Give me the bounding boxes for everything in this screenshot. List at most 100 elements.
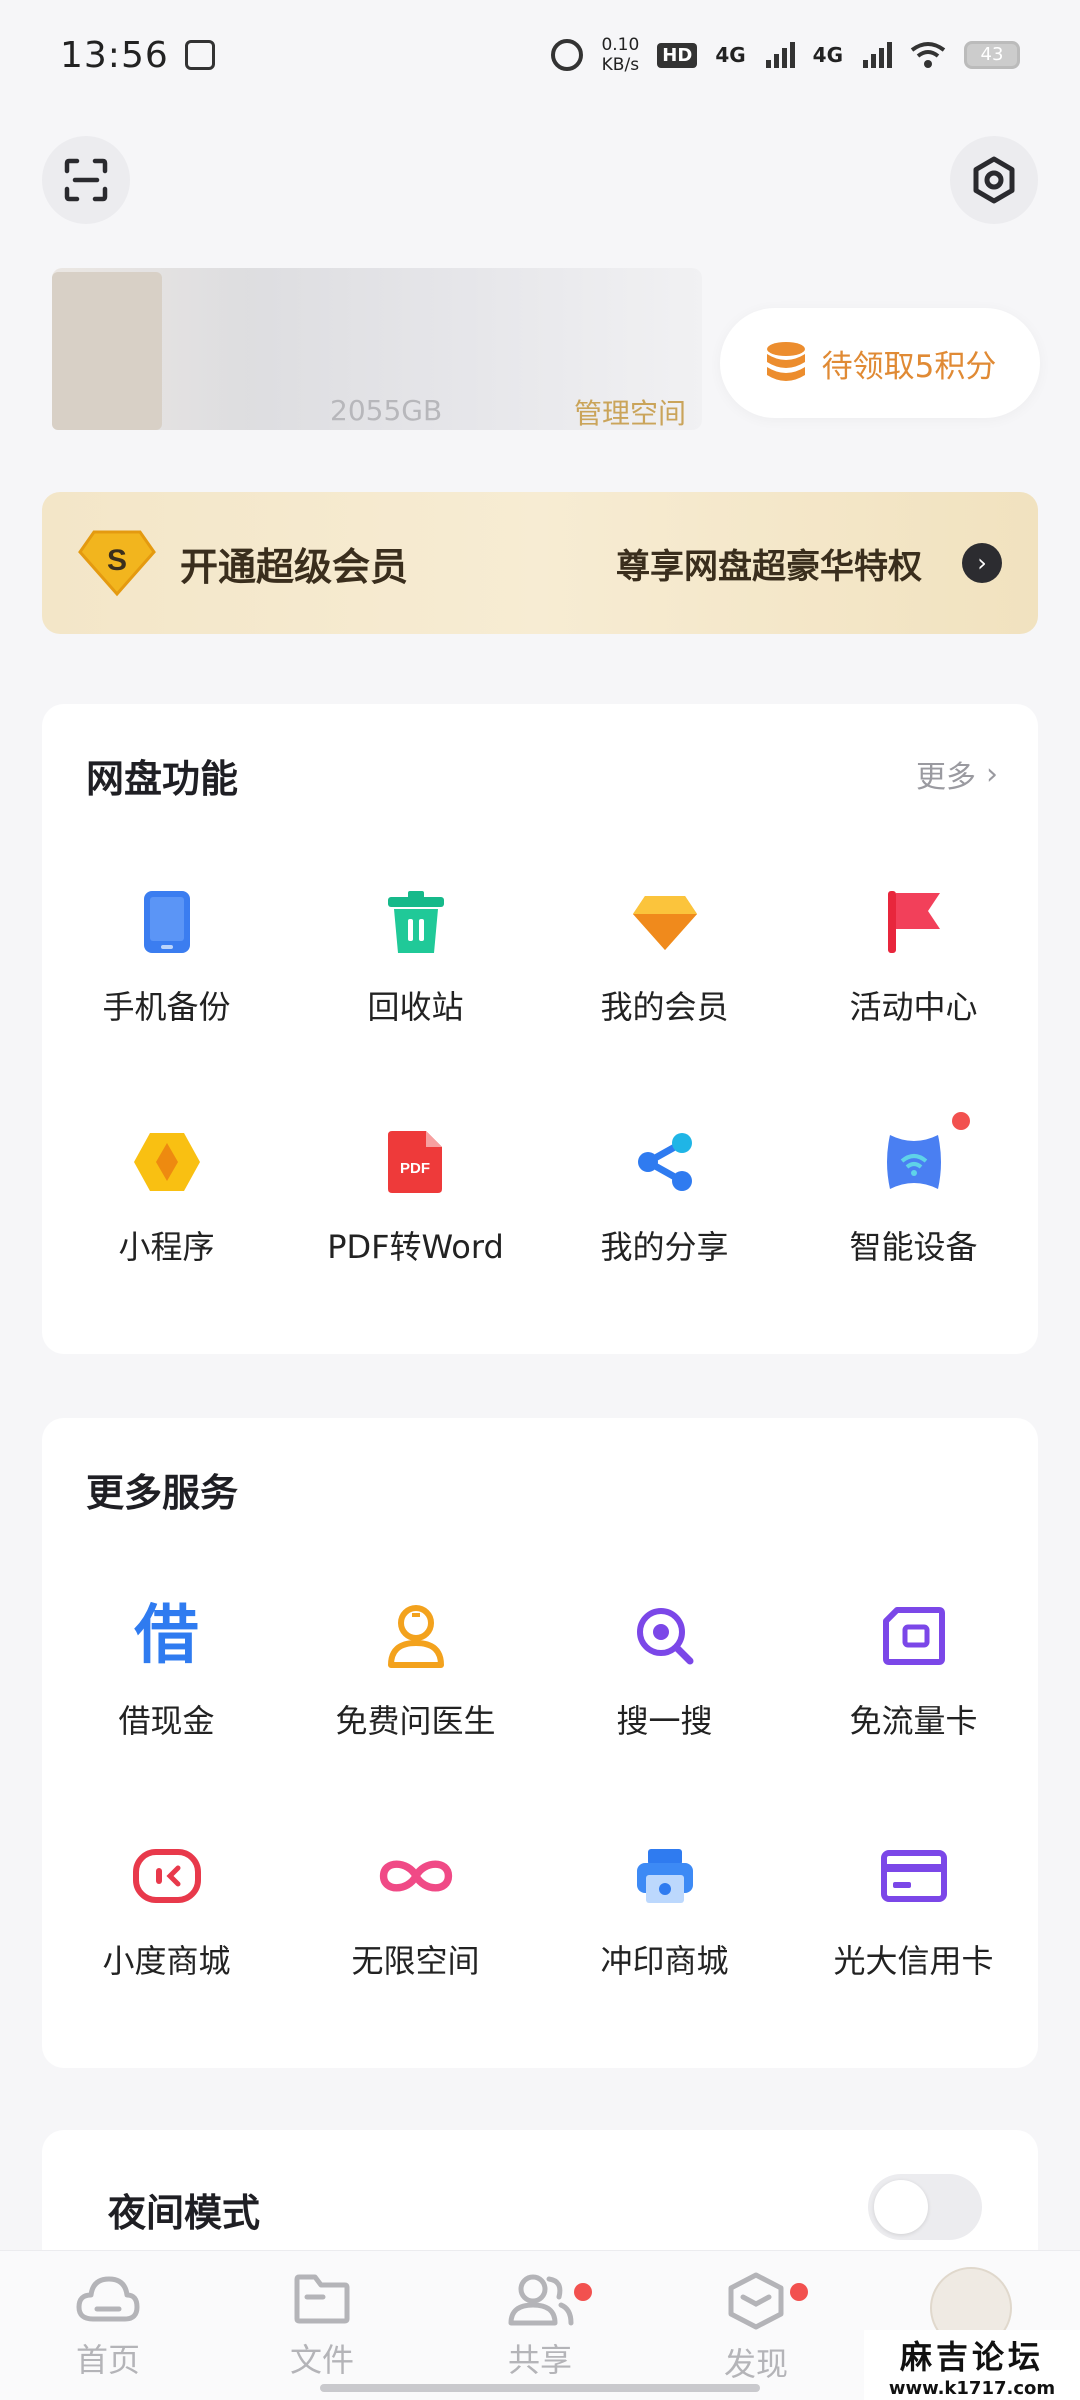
credit-card-icon	[876, 1838, 952, 1914]
feature-label: 智能设备	[849, 1228, 978, 1266]
share-badge-dot	[574, 2283, 592, 2301]
status-bar: 13:56 0.10 KB/s HD 4G 4G 43	[0, 0, 1080, 110]
night-mode-label: 夜间模式	[108, 2191, 261, 2235]
status-indicators: 0.10 KB/s HD 4G 4G 43	[551, 35, 1020, 75]
settings-button[interactable]	[950, 136, 1038, 224]
vip-title: 开通超级会员	[180, 544, 409, 589]
nav-label: 共享	[507, 2341, 572, 2379]
feature-activity-center[interactable]: 活动中心	[789, 884, 1038, 1028]
service-unlimited-space[interactable]: 无限空间	[291, 1838, 540, 1982]
sim-card-icon	[876, 1598, 952, 1674]
folder-icon	[294, 2274, 350, 2324]
feature-smart-device[interactable]: 智能设备	[789, 1112, 1038, 1268]
cloud-icon	[76, 2276, 140, 2322]
settings-icon	[973, 156, 1015, 204]
avatar[interactable]	[52, 272, 162, 430]
service-xiaodu-mall[interactable]: 小度商城	[42, 1838, 291, 1982]
borrow-icon-glyph: 借	[134, 1599, 199, 1673]
feature-my-share[interactable]: 我的分享	[540, 1124, 789, 1268]
pending-points-label: 待领取5积分	[821, 348, 997, 385]
feature-recycle-bin[interactable]: 回收站	[291, 884, 540, 1028]
new-badge-dot	[951, 1112, 970, 1130]
service-label: 免费问医生	[335, 1702, 496, 1740]
feature-mini-program[interactable]: 小程序	[42, 1124, 291, 1268]
more-label: 更多	[916, 760, 976, 795]
net-speed-unit: KB/s	[601, 55, 640, 75]
night-mode-toggle[interactable]	[868, 2174, 982, 2240]
features-title: 网盘功能	[86, 757, 239, 801]
watermark-title: 麻吉论坛	[899, 2337, 1044, 2376]
vip-subtitle: 尊享网盘超豪华特权	[616, 546, 922, 587]
wifi-icon	[910, 42, 946, 68]
net-type-1: 4G	[715, 43, 746, 67]
phone-backup-icon	[129, 884, 205, 960]
service-borrow-cash[interactable]: 借 借现金	[42, 1598, 291, 1742]
nav-label: 发现	[723, 2345, 788, 2383]
feature-phone-backup[interactable]: 手机备份	[42, 884, 291, 1028]
service-label: 搜一搜	[616, 1702, 713, 1740]
nav-share[interactable]: 共享	[470, 2271, 610, 2381]
infinity-icon	[378, 1838, 454, 1914]
nav-discover[interactable]: 发现	[686, 2271, 826, 2385]
hd-icon: HD	[657, 42, 698, 68]
screenshot-icon	[184, 40, 215, 70]
pending-points-button[interactable]: 待领取5积分	[720, 308, 1040, 418]
service-search[interactable]: 搜一搜	[540, 1598, 789, 1742]
service-label: 免流量卡	[849, 1702, 978, 1740]
feature-label: 回收站	[367, 988, 464, 1026]
status-time: 13:56	[60, 34, 169, 76]
service-photo-print-mall[interactable]: 冲印商城	[540, 1838, 789, 1982]
service-free-data-card[interactable]: 免流量卡	[789, 1598, 1038, 1742]
watermark-url: www.k1717.com	[888, 2377, 1056, 2399]
features-more-link[interactable]: 更多 ›	[916, 752, 998, 796]
super-vip-badge-icon: S	[78, 530, 156, 597]
signal-icon	[863, 42, 892, 68]
forum-watermark: 麻吉论坛 www.k1717.com	[864, 2330, 1080, 2400]
search-icon	[627, 1598, 703, 1674]
coins-icon	[766, 342, 805, 381]
service-credit-card[interactable]: 光大信用卡	[789, 1838, 1038, 1982]
discover-badge-dot	[790, 2283, 808, 2301]
net-speed: 0.10 KB/s	[601, 35, 639, 75]
service-free-doctor[interactable]: 免费问医生	[291, 1598, 540, 1742]
services-title: 更多服务	[86, 1471, 239, 1515]
vip-banner[interactable]: S 开通超级会员 尊享网盘超豪华特权 ›	[42, 492, 1038, 634]
borrow-icon: 借	[129, 1598, 205, 1674]
home-indicator[interactable]	[320, 2384, 760, 2392]
service-label: 冲印商城	[600, 1942, 729, 1980]
pdf-icon: PDF	[378, 1124, 454, 1200]
signal-icon	[765, 42, 795, 68]
feature-label: 我的分享	[600, 1228, 729, 1266]
pdf-icon-text: PDF	[400, 1160, 430, 1177]
toggle-knob	[874, 2180, 928, 2234]
service-label: 借现金	[118, 1702, 215, 1740]
net-speed-value: 0.10	[601, 35, 640, 55]
manage-space-link[interactable]: 管理空间	[574, 392, 686, 432]
alarm-icon	[551, 39, 584, 71]
service-label: 无限空间	[351, 1942, 480, 1980]
nav-files[interactable]: 文件	[252, 2271, 392, 2381]
smart-device-icon	[876, 1112, 970, 1200]
chevron-right-icon: ›	[962, 543, 1002, 583]
nav-label: 首页	[75, 2341, 140, 2379]
doctor-icon	[378, 1598, 454, 1674]
printer-icon	[627, 1838, 703, 1914]
feature-label: PDF转Word	[327, 1228, 504, 1266]
scan-button[interactable]	[42, 136, 130, 224]
features-card: 网盘功能 更多 › 手机备份 回收站 我的会员 活动中心 小程序 PDF PDF…	[42, 704, 1038, 1354]
mini-program-icon	[129, 1124, 205, 1200]
services-card: 更多服务 借 借现金 免费问医生 搜一搜 免流量卡 小度商城 无限空间 冲印商城…	[42, 1418, 1038, 2068]
feature-my-membership[interactable]: 我的会员	[540, 884, 789, 1028]
feature-label: 手机备份	[102, 988, 231, 1026]
feature-pdf-to-word[interactable]: PDF PDF转Word	[291, 1124, 540, 1268]
nav-label: 文件	[289, 2341, 354, 2379]
scan-icon	[64, 158, 108, 202]
recycle-bin-icon	[378, 884, 454, 960]
chevron-right-icon: ›	[986, 756, 998, 792]
nav-home[interactable]: 首页	[38, 2271, 178, 2381]
vip-badge-letter: S	[107, 544, 127, 577]
flag-icon	[876, 884, 952, 960]
diamond-icon	[627, 884, 703, 960]
service-label: 光大信用卡	[833, 1942, 994, 1980]
feature-label: 小程序	[118, 1228, 215, 1266]
